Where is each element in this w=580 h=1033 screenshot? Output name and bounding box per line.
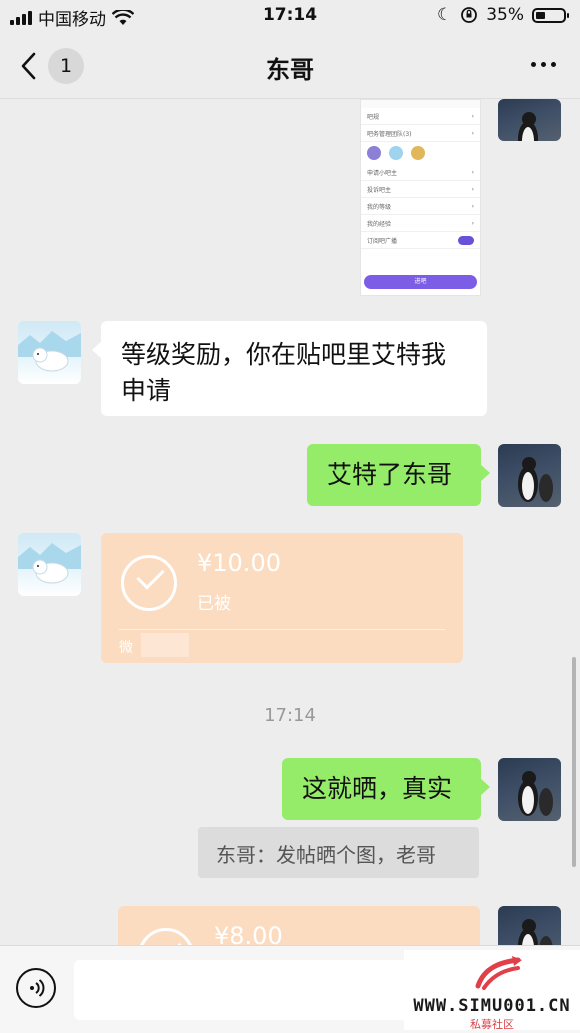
image-row: 投诉吧主 ›: [361, 181, 480, 198]
penguin-icon: [518, 771, 553, 816]
watermark-logo-icon: [475, 956, 522, 990]
image-row: 吧务管理团队(3) ›: [361, 125, 480, 142]
polar-bear-icon: [18, 331, 81, 372]
status-right: ☾ 35%: [436, 5, 569, 25]
check-icon: [121, 555, 177, 611]
contact-avatar[interactable]: [18, 321, 81, 384]
transfer-footer: 微: [119, 640, 133, 656]
penguin-icon: [518, 457, 553, 502]
check-icon: [138, 928, 194, 945]
image-message[interactable]: 吧规 › 吧务管理团队(3) › 申请小吧主 › 投诉吧主 › 我的等级 › 我的经验 › …: [360, 99, 481, 296]
input-bar: WWW.SIMU001.CN 私募社区: [0, 945, 580, 1033]
message-timestamp: 17:14: [264, 705, 316, 726]
battery-icon: [532, 7, 569, 23]
self-avatar[interactable]: [498, 906, 561, 945]
self-avatar[interactable]: [498, 444, 561, 507]
image-row: 我的经验 ›: [361, 215, 480, 232]
contact-avatar[interactable]: [18, 533, 81, 596]
image-row: 申请小吧主 ›: [361, 164, 480, 181]
transfer-divider: [119, 629, 445, 630]
penguin-icon: [518, 919, 553, 945]
transfer-amount: ¥10.00: [197, 549, 281, 577]
transfer-amount: ¥8.00: [214, 922, 283, 945]
quoted-message[interactable]: 东哥：发帖晒个图，老哥: [198, 827, 479, 878]
voice-input-button[interactable]: [16, 968, 56, 1008]
incoming-message[interactable]: 等级奖励，你在贴吧里艾特我申请: [92, 321, 487, 416]
moon-icon: ☾: [436, 5, 453, 25]
chat-title: 东哥: [266, 56, 314, 84]
scroll-indicator[interactable]: [572, 657, 576, 867]
watermark-url: WWW.SIMU001.CN: [413, 996, 571, 1016]
penguin-icon: [518, 112, 538, 141]
self-avatar[interactable]: [498, 99, 561, 141]
transfer-status: 已被: [197, 594, 231, 614]
polar-bear-icon: [18, 543, 81, 584]
watermark-subtitle: 私募社区: [470, 1018, 514, 1031]
battery-percent: 35%: [486, 5, 524, 25]
image-enter-button: 进吧: [364, 275, 477, 289]
toggle-icon: [458, 235, 474, 245]
image-row: 订阅吧广播: [361, 232, 480, 249]
outgoing-message[interactable]: 这就晒，真实: [282, 758, 490, 820]
image-row: 吧规 ›: [361, 108, 480, 125]
self-avatar[interactable]: [498, 758, 561, 821]
message-list[interactable]: 吧规 › 吧务管理团队(3) › 申请小吧主 › 投诉吧主 › 我的等级 › 我的经验 › …: [0, 99, 580, 945]
redaction-mask: [141, 633, 189, 657]
transfer-card[interactable]: ¥8.00: [118, 906, 480, 945]
image-avatars: [361, 142, 480, 164]
status-bar: 中国移动 17:14 ☾ 35%: [0, 0, 580, 32]
image-row: 我的等级 ›: [361, 198, 480, 215]
image-header: [361, 100, 480, 108]
transfer-card[interactable]: ¥10.00 已被 微: [101, 533, 463, 663]
outgoing-message[interactable]: 艾特了东哥: [307, 444, 490, 506]
orientation-lock-icon: [461, 7, 478, 23]
voice-icon: [30, 979, 45, 997]
message-input[interactable]: [74, 960, 408, 1020]
more-options-button[interactable]: [531, 62, 556, 67]
watermark: WWW.SIMU001.CN 私募社区: [404, 950, 580, 1031]
chat-header: 1 东哥: [0, 32, 580, 99]
